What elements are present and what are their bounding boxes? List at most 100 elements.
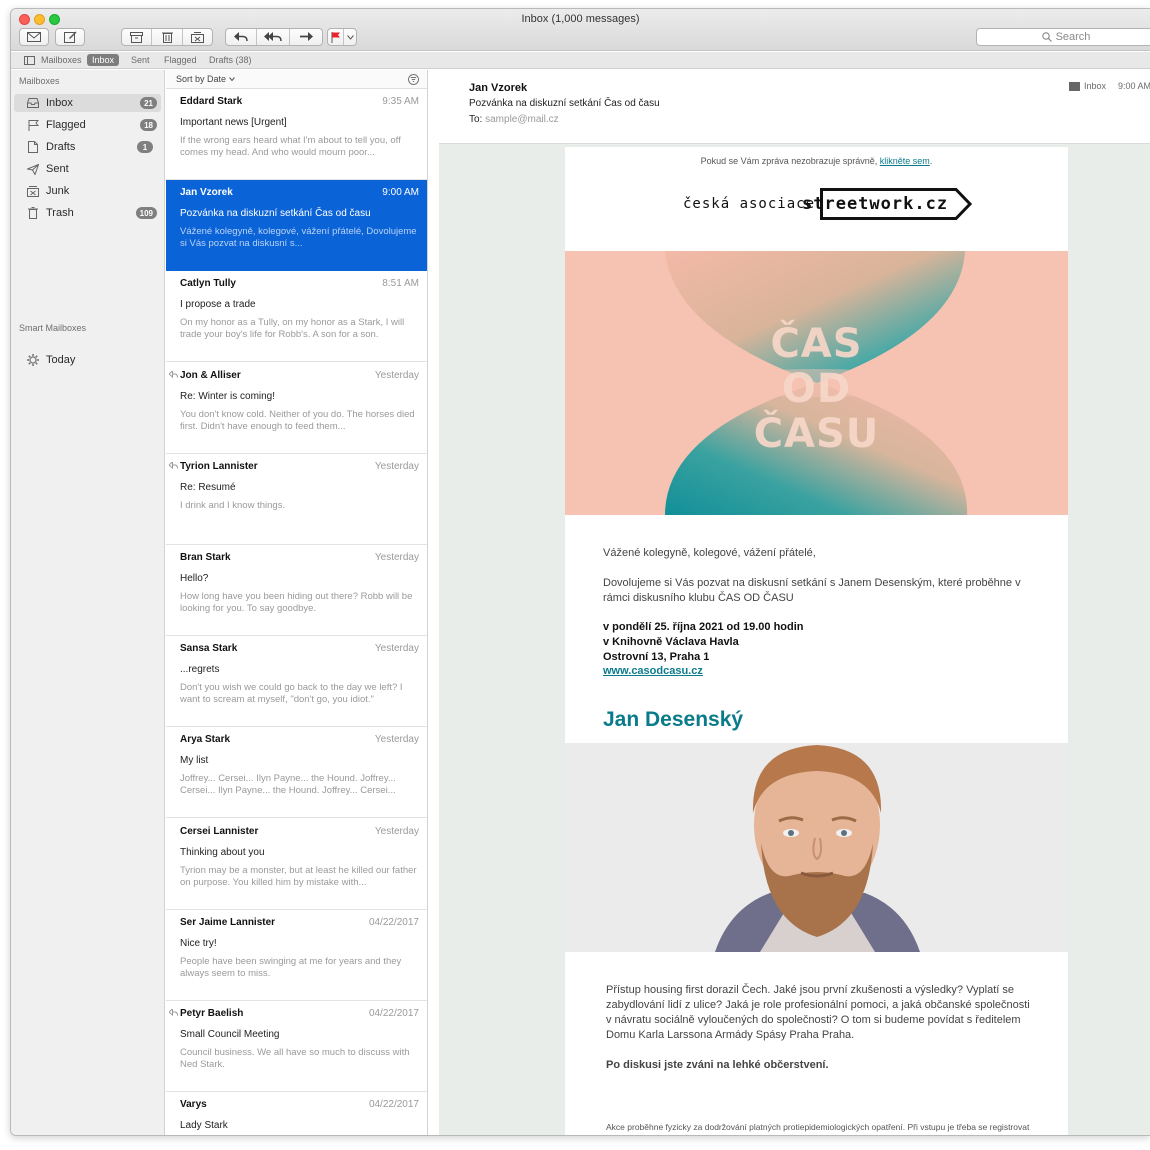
search-input[interactable]: Search <box>976 28 1150 46</box>
smart-mailbox-label: Today <box>46 354 76 366</box>
message-subject: Lady Stark <box>180 1120 228 1132</box>
favorite-flagged[interactable]: Flagged <box>159 54 202 66</box>
archive-button[interactable] <box>122 29 152 45</box>
favorites-bar: Mailboxes Inbox Sent Flagged Drafts (38) <box>11 52 1150 69</box>
message-date: Yesterday <box>374 369 419 381</box>
message-list: Sort by Date Eddard Stark 9:35 AM Importan… <box>166 70 428 1135</box>
sidebar-item-drafts[interactable]: Drafts 1 <box>14 138 161 156</box>
message-sender: Tyrion Lannister <box>180 460 258 472</box>
sidebar-item-junk[interactable]: Junk <box>14 182 161 200</box>
message-row[interactable]: Bran Stark Yesterday Hello? How long have y… <box>166 545 427 636</box>
smart-mailbox-today[interactable]: Today <box>14 351 161 369</box>
gear-icon <box>27 354 39 366</box>
replied-icon <box>169 1009 178 1016</box>
message-subject: Important news [Urgent] <box>180 117 287 128</box>
sidebar-item-label: Inbox <box>46 97 73 109</box>
message-date: 8:51 AM <box>382 278 419 290</box>
compose-button[interactable] <box>55 28 85 46</box>
message-sender: Bran Stark <box>180 552 231 563</box>
message-subject: Re: Resumé <box>180 481 236 493</box>
message-preview: Tyrion may be a monster, but at least he… <box>180 864 417 888</box>
archive-delete-junk-group <box>121 28 213 46</box>
favorite-sent[interactable]: Sent <box>126 54 155 66</box>
message-preview: Council business. We all have so much to… <box>180 1047 410 1070</box>
message-subject: Hello? <box>180 573 209 584</box>
refreshments-note: Po diskusi jste zváni na lehké občerstve… <box>606 1059 829 1071</box>
message-preview: You don't know cold. Neither of you do. … <box>180 408 415 432</box>
sidebar-item-inbox[interactable]: Inbox 21 <box>14 94 161 112</box>
message-preview: People have been swinging at me for year… <box>180 955 402 979</box>
message-row[interactable]: Sansa Stark Yesterday ...regrets Don't you … <box>166 636 427 728</box>
get-mail-button[interactable] <box>19 28 49 46</box>
greeting: Vážené kolegyně, kolegové, vážení přátel… <box>603 547 816 559</box>
sidebar-toggle-icon[interactable] <box>24 56 35 65</box>
message-subject: Pozvánka na diskuzní setkání Čas od času <box>180 208 371 220</box>
sidebar-item-label: Sent <box>46 163 69 175</box>
sidebar-item-sent[interactable]: Sent <box>14 160 161 178</box>
portrait-image <box>565 743 1068 952</box>
message-preview: How long have you been hiding out there?… <box>180 591 413 614</box>
message-row[interactable]: Ser Jaime Lannister 04/22/2017 Nice try! Pe… <box>166 910 427 1001</box>
message-date: Yesterday <box>374 643 419 655</box>
message-row[interactable]: Eddard Stark 9:35 AM Important news [Urgen… <box>166 89 427 180</box>
sender-name: Jan Vzorek <box>469 82 528 94</box>
sort-by-date-button[interactable]: Sort by Date <box>176 74 235 84</box>
view-online-notice: Pokud se Vám zpráva nezobrazuje správně,… <box>700 156 933 166</box>
inbox-icon <box>27 98 39 108</box>
forward-button[interactable] <box>290 29 322 45</box>
banner-title-line2: OD <box>781 366 852 412</box>
message-row[interactable]: Arya Stark Yesterday My list Joffrey... Cer… <box>166 727 427 819</box>
event-website-link[interactable]: www.casodcasu.cz <box>603 665 703 677</box>
reply-button[interactable] <box>226 29 258 45</box>
message-row[interactable]: Jon & Alliser Yesterday Re: Winter is comi… <box>166 363 427 454</box>
reply-all-button[interactable] <box>257 29 290 45</box>
flag-menu-button[interactable] <box>327 28 357 46</box>
unread-badge: 21 <box>140 97 157 109</box>
archive-icon <box>130 31 143 43</box>
junk-button[interactable] <box>183 29 212 45</box>
favorite-inbox[interactable]: Inbox <box>87 54 120 66</box>
paper-plane-icon <box>27 163 39 175</box>
message-date: Yesterday <box>374 734 419 746</box>
logo-text-left: česká asociace <box>683 196 816 212</box>
message-row[interactable]: Varys04/22/2017Lady StarkEveryone's well… <box>166 1092 427 1135</box>
message-subject: Nice try! <box>180 937 217 949</box>
reading-pane: Jan Vzorek Pozvánka na diskuzní setkání … <box>439 70 1150 1135</box>
message-row[interactable]: Cersei Lannister Yesterday Thinking about … <box>166 819 427 910</box>
message-preview: I drink and I know things. <box>180 499 286 511</box>
search-icon <box>1041 32 1052 42</box>
reply-icon <box>234 32 248 42</box>
message-time: 9:00 AM <box>1117 81 1150 91</box>
message-subject: Thinking about you <box>180 846 265 858</box>
view-online-link[interactable]: klikněte sem <box>880 156 930 166</box>
favorite-drafts[interactable]: Drafts (38) <box>204 54 257 66</box>
message-sender: Jon & Alliser <box>180 369 241 381</box>
flag-dropdown[interactable] <box>344 29 356 45</box>
message-date: 9:00 AM <box>382 187 419 199</box>
compose-icon <box>63 31 76 43</box>
message-row[interactable]: Tyrion Lannister Yesterday Re: Resumé I dri… <box>166 454 427 545</box>
message-sender: Cersei Lannister <box>180 825 259 837</box>
recipient-address[interactable]: sample@mail.cz <box>485 114 559 125</box>
message-subject: Small Council Meeting <box>180 1029 280 1040</box>
favorite-mailboxes[interactable]: Mailboxes <box>36 54 87 66</box>
discussion-description: Přístup housing first dorazil Čech. Jaké… <box>606 984 1030 1041</box>
delete-button[interactable] <box>152 29 183 45</box>
flag-button[interactable] <box>328 29 345 45</box>
message-subject: My list <box>180 755 209 767</box>
message-row[interactable]: Petyr Baelish 04/22/2017 Small Council Mee… <box>166 1001 427 1092</box>
email-body: Pokud se Vám zpráva nezobrazuje správně,… <box>565 147 1068 1135</box>
event-date: v pondělí 25. října 2021 od 19.00 hodin <box>603 621 804 633</box>
message-subject: Re: Winter is coming! <box>180 390 276 402</box>
count-badge: 18 <box>140 119 157 131</box>
message-row[interactable]: Catlyn Tully 8:51 AM I propose a trade On m… <box>166 271 427 363</box>
message-preview: Vážené kolegyně, kolegové, vážení přátel… <box>180 226 417 250</box>
message-date: 9:35 AM <box>382 96 419 107</box>
message-row[interactable]: Jan Vzorek 9:00 AM Pozvánka na diskuzní se… <box>166 180 427 272</box>
speaker-name: Jan Desenský <box>603 708 744 731</box>
message-preview: Joffrey... Cersei... Ilyn Payne... the H… <box>180 773 396 797</box>
filter-icon[interactable] <box>408 74 419 85</box>
message-preview: Don't you wish we could go back to the d… <box>180 682 403 706</box>
sidebar-item-flagged[interactable]: Flagged 18 <box>14 116 161 134</box>
sidebar-item-trash[interactable]: Trash 109 <box>14 204 161 222</box>
